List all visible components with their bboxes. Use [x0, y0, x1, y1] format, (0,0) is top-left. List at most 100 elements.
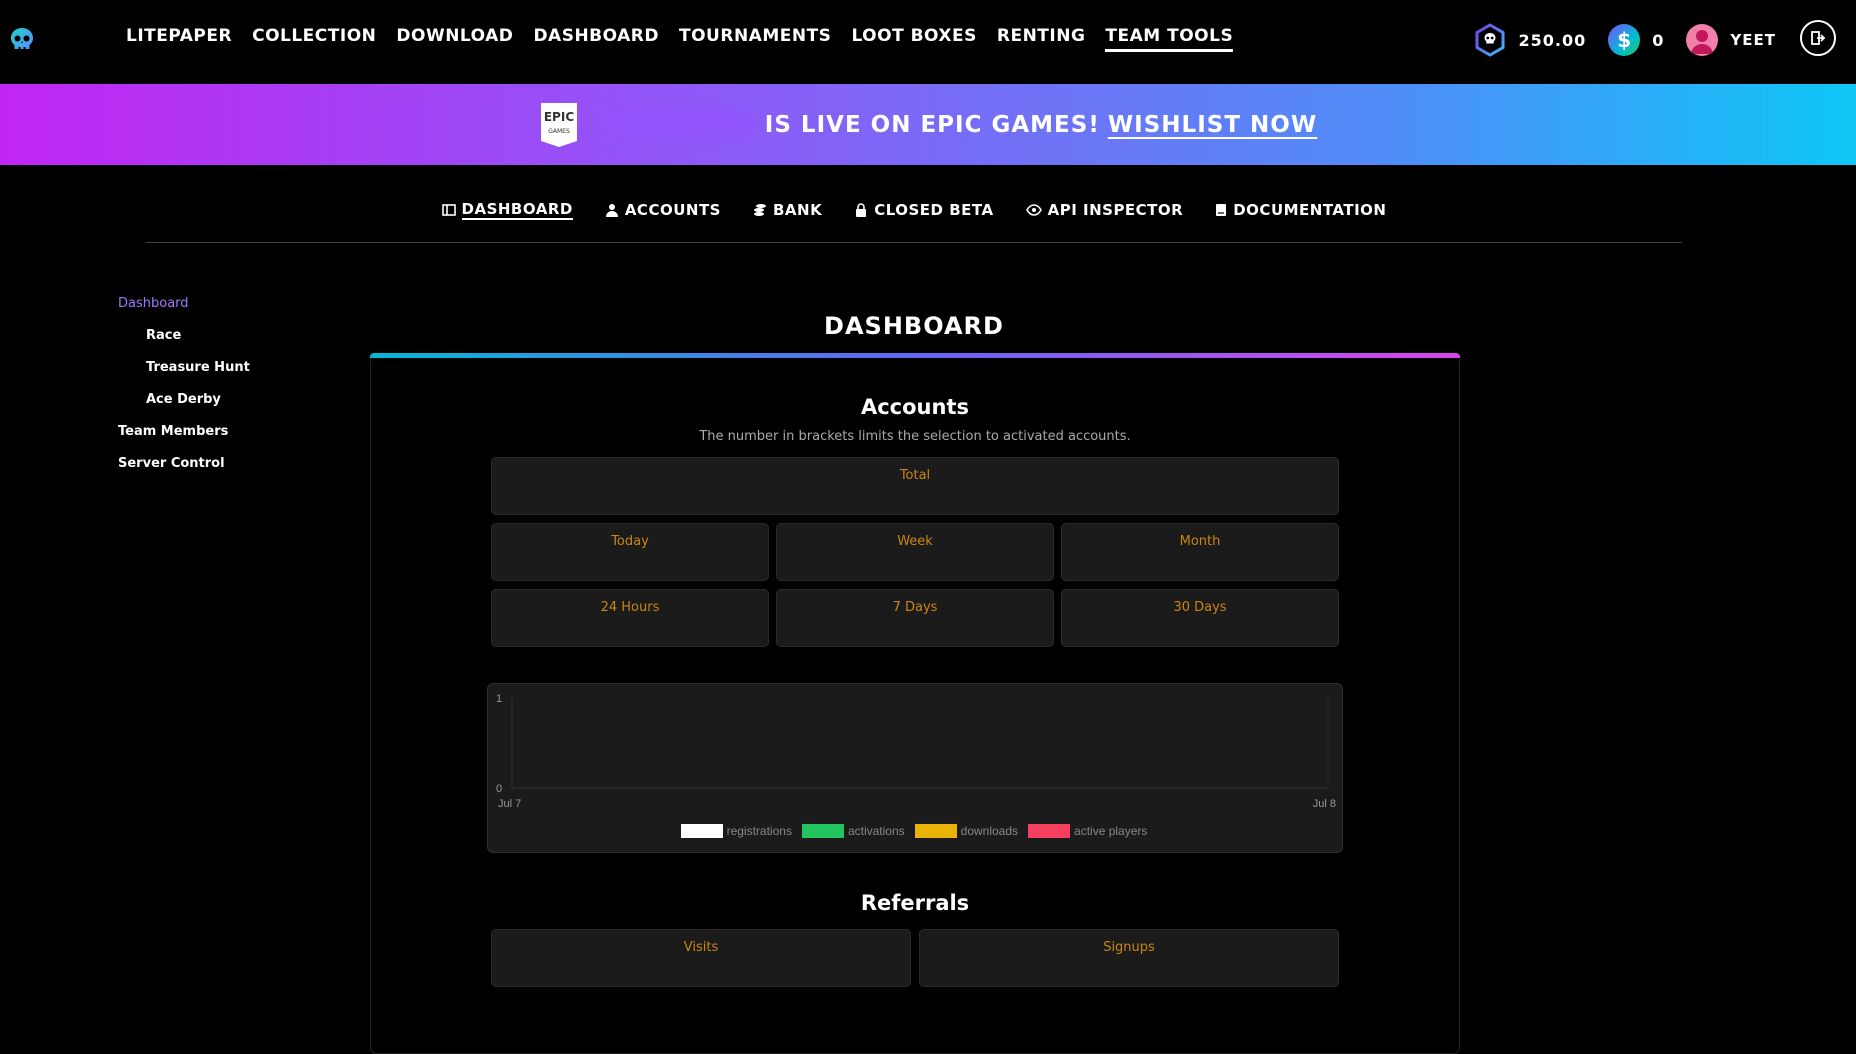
- subnav-dashboard-label: DASHBOARD: [461, 200, 573, 220]
- chart-plot-area: 1 0 Jul 7 Jul 8: [496, 693, 1336, 810]
- stat-label: Signups: [1103, 940, 1155, 955]
- nav-collection[interactable]: COLLECTION: [252, 26, 376, 52]
- legend-item[interactable]: registrations: [680, 824, 792, 838]
- x-tick-label: Jul 8: [1313, 798, 1336, 810]
- nav-dashboard[interactable]: DASHBOARD: [533, 26, 659, 52]
- coins-icon: [753, 204, 766, 216]
- sidebar-item-team-members[interactable]: Team Members: [118, 424, 250, 456]
- stat-month: Month: [1061, 523, 1339, 581]
- legend-label: registrations: [726, 824, 792, 838]
- dollar-amount: 0: [1652, 30, 1665, 50]
- legend-swatch: [914, 824, 957, 838]
- stat-7-days: 7 Days: [776, 589, 1054, 647]
- subnav-bank-label: BANK: [772, 201, 823, 219]
- sidebar-item-treasure-hunt[interactable]: Treasure Hunt: [118, 360, 250, 392]
- eye-icon: [1025, 204, 1042, 216]
- redacted-game-name: [606, 109, 757, 140]
- stat-24-hours: 24 Hours: [491, 589, 769, 647]
- promo-banner: EPIC GAMES IS LIVE ON EPIC GAMES! WISHLI…: [0, 84, 1856, 165]
- username: YEET: [1730, 31, 1776, 49]
- token-amount: 250.00: [1518, 30, 1587, 50]
- legend-swatch: [1028, 824, 1071, 838]
- sidebar-item-dashboard[interactable]: Dashboard: [118, 296, 250, 328]
- stat-visits: Visits: [491, 929, 911, 987]
- stat-total: Total: [491, 457, 1339, 515]
- legend-label: active players: [1074, 824, 1148, 838]
- nav-litepaper[interactable]: LITEPAPER: [126, 26, 232, 52]
- y-tick-label: 1: [496, 693, 502, 705]
- sidebar-item-race[interactable]: Race: [118, 328, 250, 360]
- stat-label: 30 Days: [1173, 600, 1227, 615]
- legend-swatch: [801, 824, 844, 838]
- nav-renting[interactable]: RENTING: [997, 26, 1086, 52]
- epic-games-logo: EPIC GAMES: [540, 102, 577, 147]
- stat-label: 7 Days: [892, 600, 938, 615]
- subnav-dashboard[interactable]: DASHBOARD: [441, 200, 573, 222]
- subnav-documentation[interactable]: DOCUMENTATION: [1215, 200, 1386, 222]
- book-icon: [1216, 204, 1227, 216]
- lock-icon: [856, 203, 867, 217]
- legend-item[interactable]: active players: [1028, 824, 1147, 838]
- logout-button[interactable]: [1800, 20, 1836, 56]
- skull-logo-icon[interactable]: [8, 26, 36, 54]
- user-icon: [605, 204, 618, 217]
- token-balance[interactable]: 250.00: [1473, 23, 1587, 57]
- accounts-subtitle: The number in brackets limits the select…: [699, 429, 1131, 444]
- stat-label: 24 Hours: [600, 600, 660, 615]
- user-avatar-icon: [1691, 30, 1714, 54]
- subnav-accounts-label: ACCOUNTS: [624, 201, 721, 219]
- y-tick-label: 0: [496, 783, 502, 795]
- stat-label: Total: [899, 468, 931, 483]
- stat-week: Week: [776, 523, 1054, 581]
- stat-label: Today: [611, 534, 649, 549]
- nav-tournaments[interactable]: TOURNAMENTS: [679, 26, 831, 52]
- accounts-title: Accounts: [860, 395, 969, 419]
- sidebar: Dashboard Race Treasure Hunt Ace Derby T…: [118, 296, 250, 488]
- epic-logo-subtext: GAMES: [548, 128, 570, 135]
- team-tools-subnav: DASHBOARD ACCOUNTS BANK CLOSED BETA API …: [146, 200, 1682, 243]
- stat-30-days: 30 Days: [1061, 589, 1339, 647]
- x-tick-label: Jul 7: [498, 798, 521, 810]
- stat-label: Week: [897, 534, 933, 549]
- subnav-bank[interactable]: BANK: [753, 200, 822, 222]
- referrals-title: Referrals: [860, 891, 970, 915]
- chart-legend: registrations activations downloads active …: [488, 824, 1344, 838]
- top-bar: LITEPAPER COLLECTION DOWNLOAD DASHBOARD …: [0, 0, 1856, 84]
- sidebar-item-ace-derby[interactable]: Ace Derby: [118, 392, 250, 424]
- nav-loot-boxes[interactable]: LOOT BOXES: [851, 26, 976, 52]
- user-menu[interactable]: YEET: [1686, 24, 1776, 56]
- legend-item[interactable]: activations: [801, 824, 905, 838]
- page-title: DASHBOARD: [824, 312, 1004, 340]
- banner-text: IS LIVE ON EPIC GAMES!: [764, 111, 1100, 138]
- dashboard-card: Accounts The number in brackets limits t…: [370, 353, 1460, 1054]
- epic-logo-text: EPIC: [544, 110, 574, 124]
- subnav-accounts[interactable]: ACCOUNTS: [605, 200, 721, 222]
- wishlist-link[interactable]: WISHLIST NOW: [1108, 112, 1317, 138]
- dollar-coin-icon: $: [1608, 24, 1641, 56]
- subnav-documentation-label: DOCUMENTATION: [1233, 201, 1387, 219]
- main-nav: LITEPAPER COLLECTION DOWNLOAD DASHBOARD …: [126, 26, 1234, 52]
- legend-label: downloads: [960, 824, 1019, 838]
- subnav-closed-beta-label: CLOSED BETA: [874, 201, 994, 219]
- subnav-api-inspector-label: API INSPECTOR: [1047, 201, 1184, 219]
- token-hex-icon: [1475, 23, 1505, 57]
- wallet: 250.00 $ 0 YEET: [1451, 22, 1776, 58]
- sidebar-item-server-control[interactable]: Server Control: [118, 456, 250, 488]
- subnav-api-inspector[interactable]: API INSPECTOR: [1025, 200, 1184, 222]
- nav-team-tools[interactable]: TEAM TOOLS: [1105, 26, 1234, 52]
- logout-icon: [1811, 31, 1826, 45]
- legend-swatch: [680, 824, 723, 838]
- nav-download[interactable]: DOWNLOAD: [396, 26, 513, 52]
- legend-item[interactable]: downloads: [914, 824, 1019, 838]
- dashboard-icon: [441, 204, 456, 216]
- dollar-balance[interactable]: $ 0: [1608, 24, 1664, 56]
- stat-label: Visits: [683, 940, 719, 955]
- avatar: [1686, 24, 1719, 56]
- stat-signups: Signups: [919, 929, 1339, 987]
- legend-label: activations: [847, 824, 905, 838]
- stat-today: Today: [491, 523, 769, 581]
- subnav-closed-beta[interactable]: CLOSED BETA: [854, 200, 993, 222]
- accounts-chart: 1 0 Jul 7 Jul 8 registrations activations dow…: [487, 683, 1343, 853]
- card-accent-bar: [370, 353, 1460, 358]
- stat-label: Month: [1179, 534, 1221, 549]
